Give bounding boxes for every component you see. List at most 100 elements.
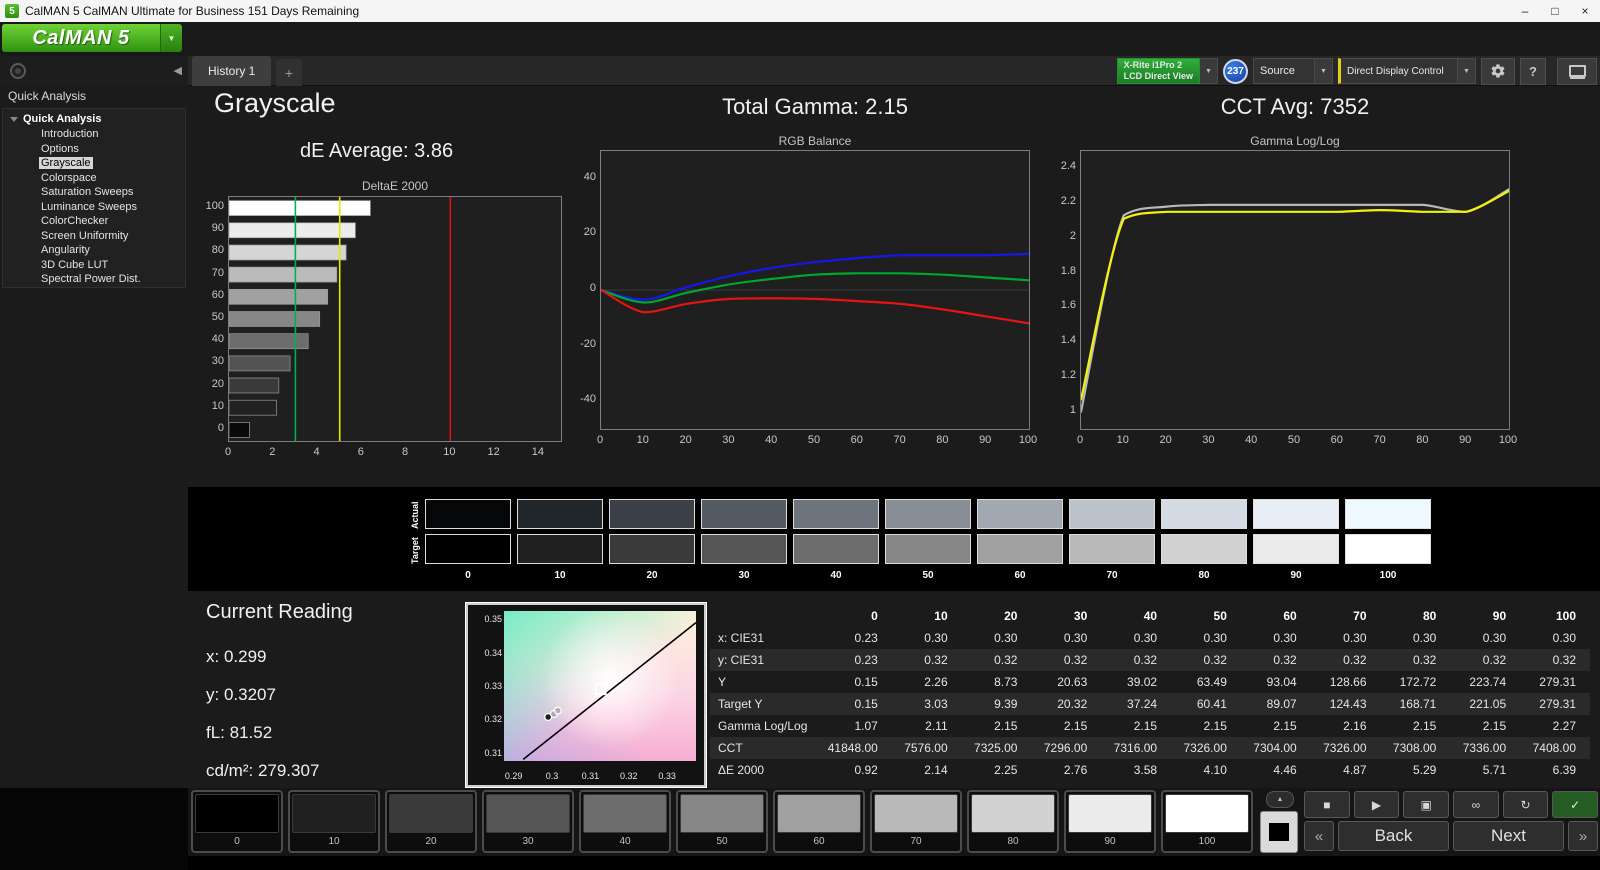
tick-label: 20 <box>211 377 224 390</box>
accept-button[interactable]: ✓ <box>1552 791 1599 818</box>
sidebar-item-colorspace[interactable]: Colorspace <box>3 171 185 186</box>
tick-label: 20 <box>679 434 692 446</box>
stop-button[interactable]: ■ <box>1304 791 1350 818</box>
actual-swatch-40 <box>793 499 879 529</box>
table-cell: 0.32 <box>1273 653 1297 667</box>
patch-button-50[interactable]: 50 <box>676 790 768 853</box>
current-reading-fl: fL: 81.52 <box>206 723 273 742</box>
patch-swatch <box>777 794 861 833</box>
calman-logo: CalMAN 5 <box>2 24 160 52</box>
table-cell: 172.72 <box>1399 675 1437 689</box>
table-cell: 7296.00 <box>1043 741 1088 755</box>
tick-label: 2.2 <box>1060 195 1076 208</box>
tick-label: 40 <box>765 434 778 446</box>
next-button[interactable]: Next <box>1453 821 1564 851</box>
sidebar-item-saturation-sweeps[interactable]: Saturation Sweeps <box>3 185 185 200</box>
actual-swatch-30 <box>701 499 787 529</box>
tick-label: 70 <box>211 266 224 279</box>
sidebar-item-angularity[interactable]: Angularity <box>3 243 185 258</box>
target-swatch-60 <box>977 534 1063 564</box>
sidebar-item-options[interactable]: Options <box>3 142 185 157</box>
help-button[interactable]: ? <box>1520 57 1546 85</box>
swatch-level-label: 10 <box>554 570 566 581</box>
patch-button-0[interactable]: 0 <box>191 790 283 853</box>
record-dot-icon[interactable] <box>10 63 26 79</box>
footer-strip <box>188 856 1600 870</box>
play-button[interactable]: ▶ <box>1353 791 1400 818</box>
settings-button[interactable] <box>1481 57 1515 85</box>
calman-logo-menu[interactable]: CalMAN 5 ▼ <box>2 24 182 52</box>
close-button[interactable]: × <box>1570 0 1600 22</box>
capture-icon: ▣ <box>1420 797 1432 812</box>
patch-button-40[interactable]: 40 <box>579 790 671 853</box>
back-chevron-button[interactable]: « <box>1304 821 1334 851</box>
source-dropdown[interactable]: Source ▼ <box>1253 58 1333 84</box>
table-cell: 0.30 <box>924 631 948 645</box>
patch-button-100[interactable]: 100 <box>1161 790 1253 853</box>
table-header-cell <box>710 605 822 627</box>
sidebar-item-3d-cube-lut[interactable]: 3D Cube LUT <box>3 258 185 273</box>
chevron-up-button[interactable]: ▲ <box>1266 791 1294 808</box>
table-header-cell: 90 <box>1492 609 1507 623</box>
actual-swatch-60 <box>977 499 1063 529</box>
tick-label: 80 <box>936 434 949 446</box>
table-cell: 0.23 <box>854 653 878 667</box>
tick-label: 1.6 <box>1060 299 1076 312</box>
loop-button[interactable]: ↻ <box>1502 791 1549 818</box>
pattern-window-button[interactable] <box>1260 811 1298 853</box>
sidebar-item-introduction[interactable]: Introduction <box>3 127 185 142</box>
display-button[interactable] <box>1557 57 1597 85</box>
table-row-label: y: CIE31 <box>718 653 765 667</box>
patch-button-30[interactable]: 30 <box>482 790 574 853</box>
actual-swatch-100 <box>1345 499 1431 529</box>
swatch-row-target <box>425 534 1431 564</box>
maximize-button[interactable]: □ <box>1540 0 1570 22</box>
table-cell: 0.32 <box>1203 653 1227 667</box>
capture-button[interactable]: ▣ <box>1403 791 1450 818</box>
display-control-dropdown[interactable]: Direct Display Control ▼ <box>1338 58 1476 84</box>
table-cell: 2.26 <box>924 675 948 689</box>
tick-label: 50 <box>211 311 224 323</box>
patch-button-10[interactable]: 10 <box>288 790 380 853</box>
patch-button-60[interactable]: 60 <box>773 790 865 853</box>
tick-label: 30 <box>1202 434 1215 446</box>
collapse-sidebar-icon[interactable]: ◀ <box>174 64 182 77</box>
patch-button-70[interactable]: 70 <box>870 790 962 853</box>
sidebar-item-colorchecker[interactable]: ColorChecker <box>3 214 185 229</box>
sidebar-item-grayscale[interactable]: Grayscale <box>3 156 185 171</box>
patch-button-20[interactable]: 20 <box>385 790 477 853</box>
target-swatch-100 <box>1345 534 1431 564</box>
patch-button-80[interactable]: 80 <box>967 790 1059 853</box>
meter-mode: LCD Direct View <box>1123 71 1193 81</box>
tick-label: 80 <box>1416 434 1429 446</box>
sidebar-item-spectral-power-dist[interactable]: Spectral Power Dist. <box>3 272 185 287</box>
chevron-down-icon: ▼ <box>1315 58 1333 84</box>
continuous-button[interactable]: ∞ <box>1453 791 1499 818</box>
table-cell: 9.39 <box>994 697 1018 711</box>
table-cell: 2.76 <box>1063 763 1088 777</box>
next-chevron-button[interactable]: » <box>1568 821 1598 851</box>
actual-swatch-10 <box>517 499 603 529</box>
tab-history-1[interactable]: History 1 <box>192 56 272 86</box>
actual-swatch-80 <box>1161 499 1247 529</box>
meter-dropdown[interactable]: X-Rite i1Pro 2 LCD Direct View ▼ <box>1116 58 1218 84</box>
add-tab-button[interactable]: + <box>276 59 302 86</box>
table-header-cell: 50 <box>1213 609 1227 623</box>
tick-label: 0.32 <box>484 714 502 725</box>
table-header-cell: 30 <box>1073 609 1088 623</box>
table-header-cell: 70 <box>1353 609 1367 623</box>
patch-button-90[interactable]: 90 <box>1064 790 1156 853</box>
sidebar-item-luminance-sweeps[interactable]: Luminance Sweeps <box>3 200 185 215</box>
table-cell: 0.32 <box>924 653 948 667</box>
back-button[interactable]: Back <box>1338 821 1449 851</box>
toolbar-right: X-Rite i1Pro 2 LCD Direct View ▼ 237 Sou… <box>1116 57 1597 85</box>
sidebar-item-label: Options <box>41 142 79 155</box>
table-cell: 39.02 <box>1127 675 1158 689</box>
minimize-button[interactable]: – <box>1510 0 1540 22</box>
table-cell: 5.29 <box>1412 763 1437 777</box>
total-gamma-readout: Total Gamma: 2.15 <box>722 94 908 119</box>
actual-row-label: Actual <box>410 501 420 529</box>
sidebar-item-screen-uniformity[interactable]: Screen Uniformity <box>3 229 185 244</box>
table-cell: 0.30 <box>994 631 1018 645</box>
tree-root[interactable]: Quick Analysis <box>3 112 185 127</box>
